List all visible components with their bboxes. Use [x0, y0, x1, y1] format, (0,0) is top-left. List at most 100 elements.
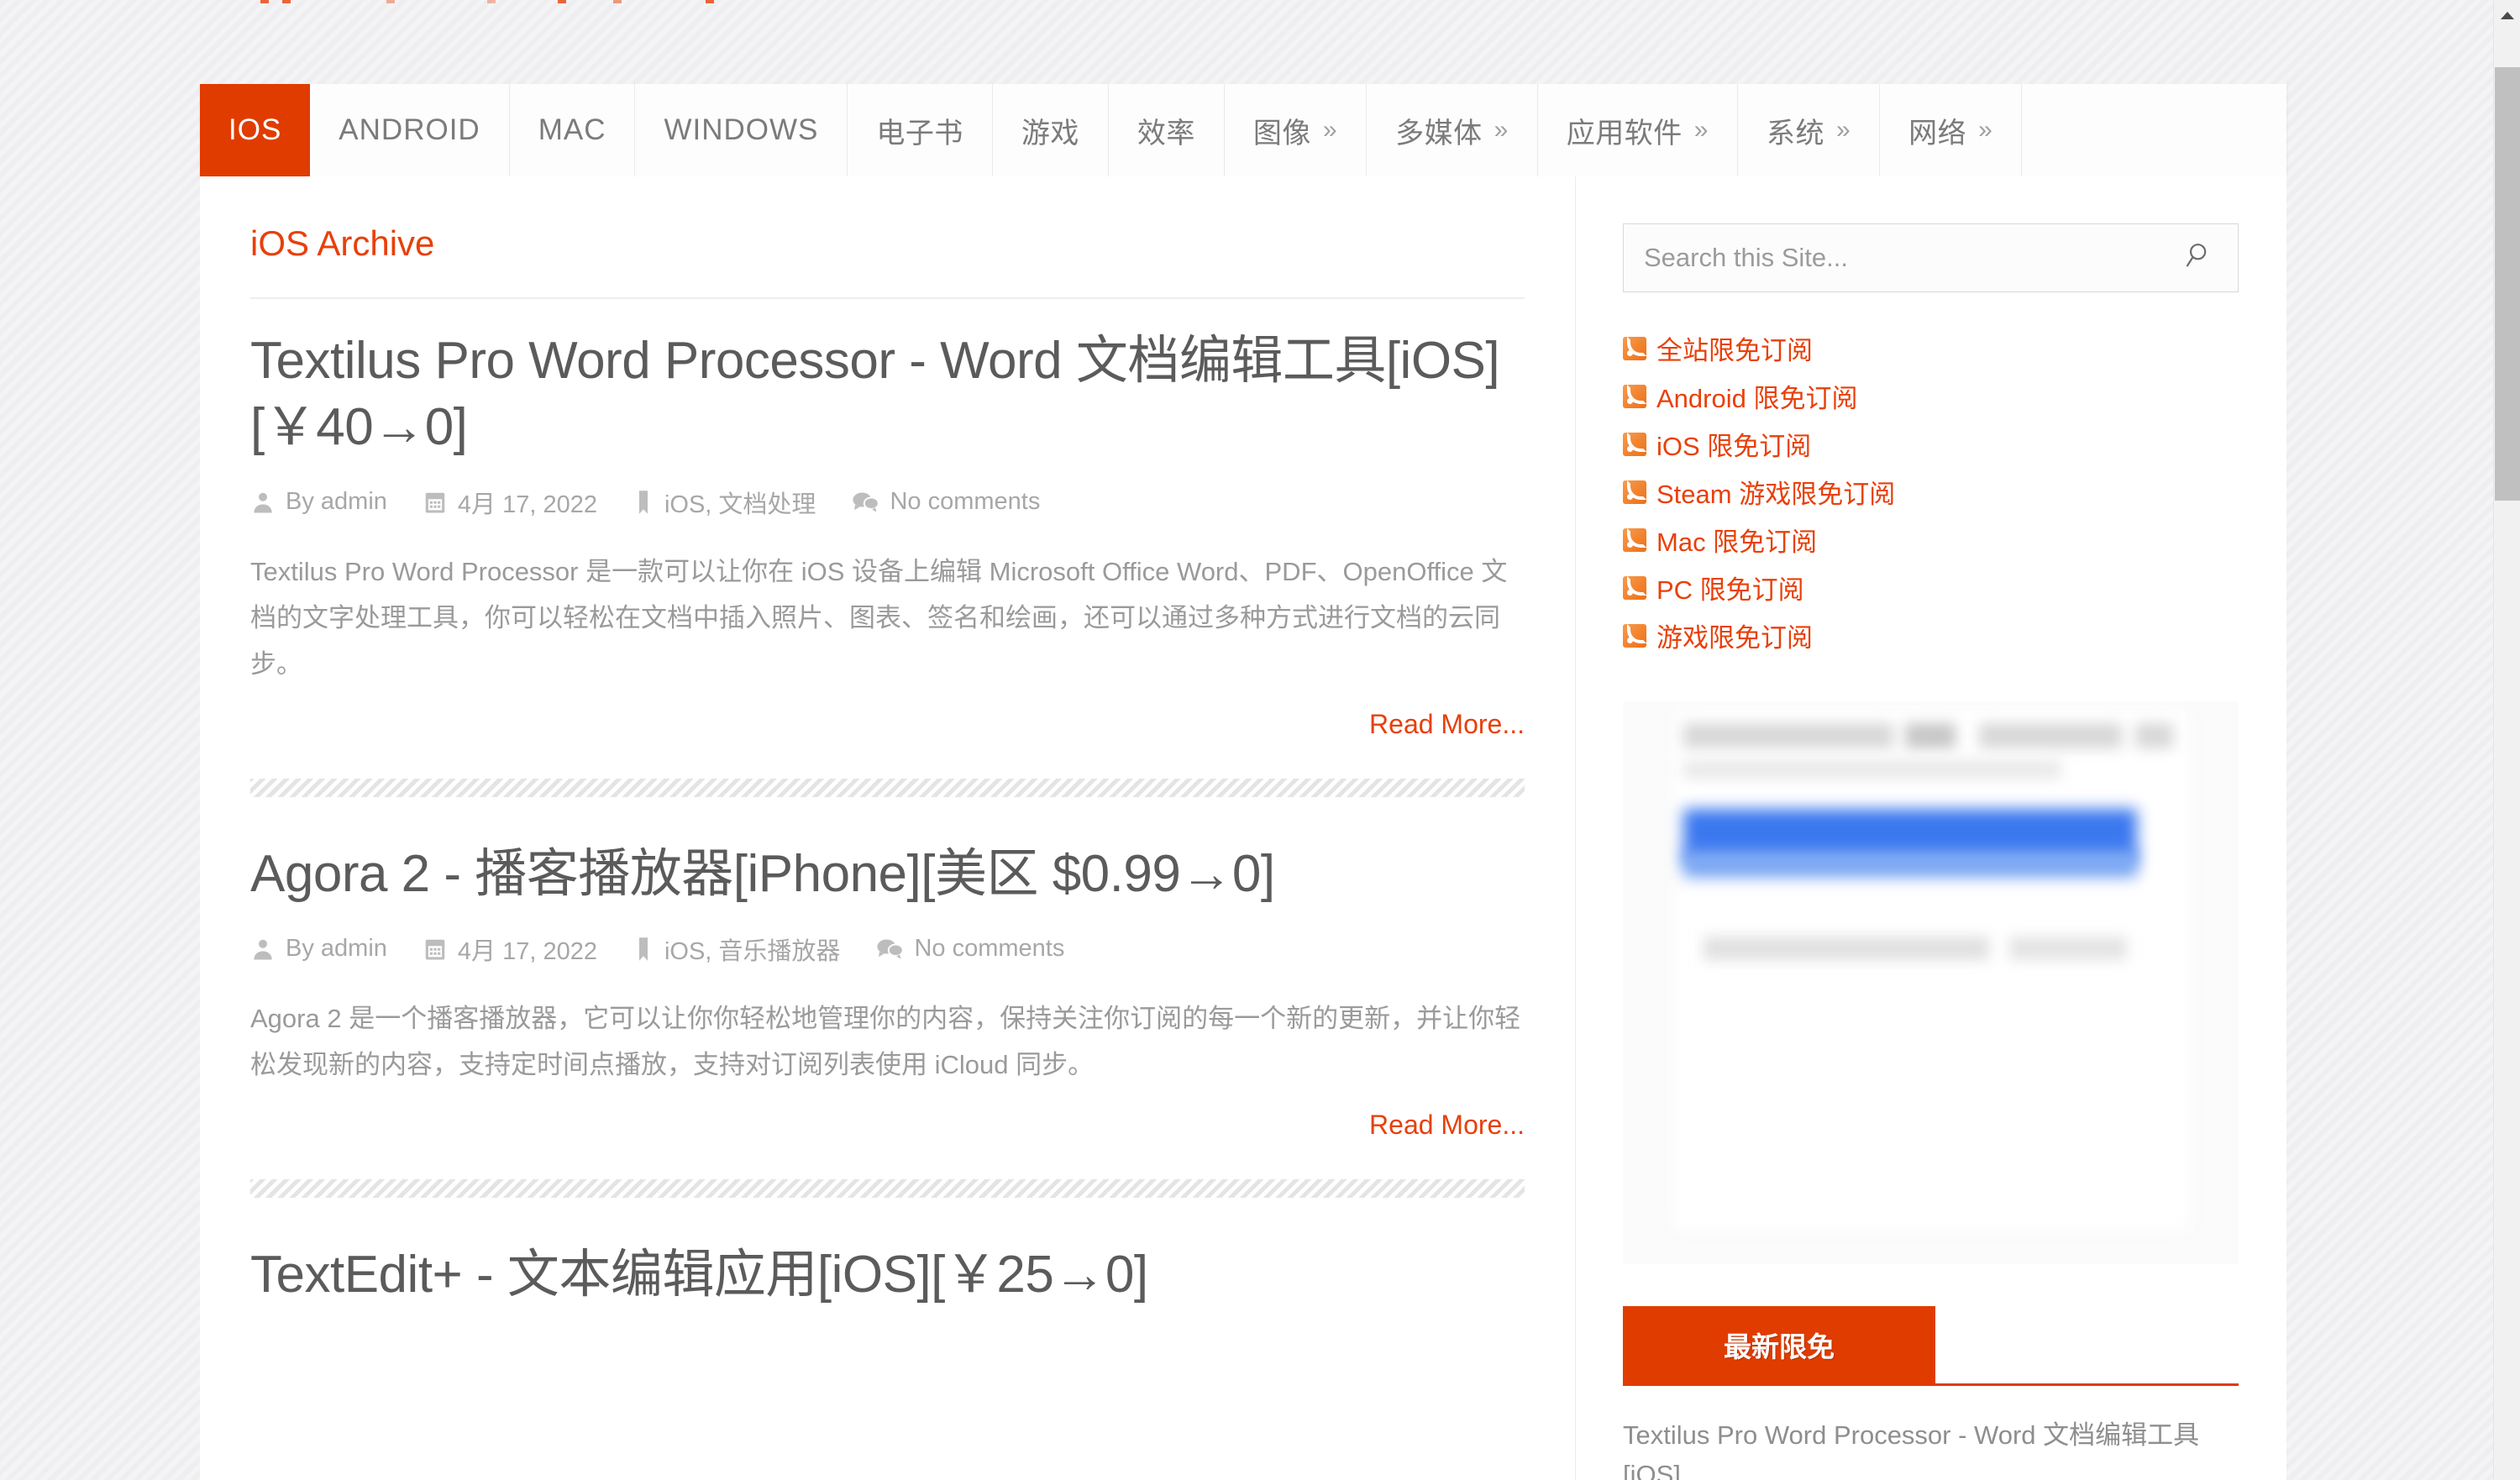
- scrollbar-thumb[interactable]: [2495, 67, 2520, 501]
- browser-scrollbar[interactable]: [2493, 0, 2520, 1480]
- nav-item-mac[interactable]: MAC: [510, 84, 636, 176]
- chevron-right-icon: »: [1978, 118, 1992, 143]
- rss-icon: [1623, 576, 1646, 600]
- latest-post-link[interactable]: Textilus Pro Word Processor - Word 文档编辑工…: [1623, 1416, 2239, 1480]
- rss-link-item[interactable]: Android 限免订阅: [1623, 377, 2239, 415]
- user-icon: [250, 937, 276, 962]
- main-content-column: iOS Archive Textilus Pro Word Processor …: [200, 176, 1576, 1480]
- rss-link-item[interactable]: iOS 限免订阅: [1623, 425, 2239, 463]
- nav-item-图像[interactable]: 图像»: [1225, 84, 1367, 176]
- tab-latest-free[interactable]: 最新限免: [1623, 1306, 1935, 1383]
- rss-link-item[interactable]: 游戏限免订阅: [1623, 617, 2239, 654]
- comment-icon: [875, 937, 904, 962]
- title-divider: [250, 297, 1525, 299]
- rss-link-item[interactable]: 全站限免订阅: [1623, 329, 2239, 367]
- post-comments-label: No comments: [890, 488, 1040, 516]
- nav-item-系统[interactable]: 系统»: [1738, 84, 1880, 176]
- post-author-label: By admin: [286, 935, 387, 963]
- nav-item-ios[interactable]: IOS: [200, 84, 310, 176]
- main-navigation: IOSANDROIDMACWINDOWS电子书游戏效率图像»多媒体»应用软件»系…: [200, 84, 2286, 176]
- read-more-link[interactable]: Read More...: [1369, 709, 1525, 739]
- post-excerpt: Textilus Pro Word Processor 是一款可以让你在 iOS…: [250, 548, 1525, 688]
- nav-item-label: 网络: [1908, 110, 1966, 151]
- page-shell: IOSANDROIDMACWINDOWS电子书游戏效率图像»多媒体»应用软件»系…: [0, 0, 2485, 1480]
- ad-blurred-text: [2135, 723, 2173, 748]
- post-categories-label: iOS, 音乐播放器: [664, 932, 840, 967]
- nav-item-label: 应用软件: [1567, 110, 1683, 151]
- advertisement-widget[interactable]: [1623, 701, 2239, 1264]
- nav-item-网络[interactable]: 网络 »: [1880, 84, 2022, 176]
- post-author-label: By admin: [286, 488, 387, 516]
- ad-blurred-text: [1683, 760, 2061, 779]
- nav-item-android[interactable]: ANDROID: [310, 84, 509, 176]
- search-widget[interactable]: [1623, 223, 2239, 292]
- nav-item-label: IOS: [228, 113, 281, 147]
- post-author[interactable]: By admin: [250, 488, 387, 516]
- post-item: TextEdit+ - 文本编辑应用[iOS][￥25→0]: [250, 1241, 1525, 1308]
- nav-item-windows[interactable]: WINDOWS: [635, 84, 848, 176]
- rss-icon: [1623, 385, 1646, 408]
- user-icon: [250, 490, 276, 515]
- nav-item-label: ANDROID: [339, 113, 480, 147]
- clipped-top-text: [252, 0, 840, 5]
- ad-blurred-text: [1704, 937, 1989, 960]
- page-title: iOS Archive: [250, 223, 1525, 264]
- post-divider: [250, 779, 1525, 797]
- rss-icon: [1623, 480, 1646, 504]
- rss-icon: [1623, 624, 1646, 648]
- post-date-label: 4月 17, 2022: [458, 932, 597, 967]
- post-categories[interactable]: iOS, 音乐播放器: [633, 932, 840, 967]
- calendar-icon: [423, 490, 448, 515]
- post-title-link[interactable]: Agora 2 - 播客播放器[iPhone][美区 $0.99→0]: [250, 841, 1525, 907]
- nav-item-label: MAC: [538, 113, 606, 147]
- content-wrapper: iOS Archive Textilus Pro Word Processor …: [200, 176, 2286, 1480]
- rss-icon: [1623, 433, 1646, 456]
- calendar-icon: [423, 937, 448, 962]
- chevron-right-icon: »: [1836, 118, 1851, 143]
- post-author[interactable]: By admin: [250, 935, 387, 963]
- post-list: Textilus Pro Word Processor - Word 文档编辑工…: [250, 328, 1525, 1308]
- nav-item-label: WINDOWS: [664, 113, 818, 147]
- rss-link-label: iOS 限免订阅: [1656, 425, 1811, 463]
- sidebar: 全站限免订阅 Android 限免订阅 iOS 限免订阅 Steam 游戏限免订阅 Ma…: [1576, 176, 2286, 1480]
- rss-subscription-list: 全站限免订阅 Android 限免订阅 iOS 限免订阅 Steam 游戏限免订阅 Ma…: [1623, 329, 2239, 654]
- rss-link-label: Android 限免订阅: [1656, 377, 1857, 415]
- chevron-right-icon: »: [1694, 118, 1709, 143]
- ad-blue-button-shadow: [1683, 851, 2137, 878]
- bookmark-icon: [633, 937, 654, 962]
- post-title-link[interactable]: Textilus Pro Word Processor - Word 文档编辑工…: [250, 328, 1525, 461]
- ad-blurred-text: [2009, 937, 2127, 960]
- nav-item-电子书[interactable]: 电子书: [848, 84, 993, 176]
- nav-item-label: 多媒体: [1395, 110, 1483, 151]
- rss-icon: [1623, 528, 1646, 552]
- search-input[interactable]: [1624, 224, 2238, 291]
- nav-item-多媒体[interactable]: 多媒体»: [1367, 84, 1538, 176]
- nav-item-label: 效率: [1137, 110, 1195, 151]
- post-excerpt: Agora 2 是一个播客播放器，它可以让你你轻松地管理你的内容，保持关注你订阅…: [250, 995, 1525, 1088]
- post-title-link[interactable]: TextEdit+ - 文本编辑应用[iOS][￥25→0]: [250, 1241, 1525, 1308]
- nav-item-label: 电子书: [876, 110, 963, 151]
- ad-blurred-text: [1683, 723, 1893, 748]
- rss-link-item[interactable]: PC 限免订阅: [1623, 569, 2239, 606]
- post-categories[interactable]: iOS, 文档处理: [633, 485, 816, 520]
- rss-link-item[interactable]: Steam 游戏限免订阅: [1623, 473, 2239, 511]
- ad-blurred-text: [1979, 723, 2122, 748]
- post-date[interactable]: 4月 17, 2022: [423, 932, 597, 967]
- post-comments[interactable]: No comments: [851, 488, 1040, 516]
- nav-item-效率[interactable]: 效率: [1109, 84, 1225, 176]
- rss-link-item[interactable]: Mac 限免订阅: [1623, 521, 2239, 559]
- scroll-up-arrow-icon[interactable]: [2494, 7, 2520, 25]
- nav-item-应用软件[interactable]: 应用软件 »: [1538, 84, 1738, 176]
- comment-icon: [851, 490, 879, 515]
- nav-item-游戏[interactable]: 游戏: [993, 84, 1109, 176]
- rss-link-label: 游戏限免订阅: [1656, 617, 1813, 654]
- read-more-link[interactable]: Read More...: [1369, 1110, 1525, 1140]
- read-more-row: Read More...: [250, 1110, 1525, 1141]
- post-comments[interactable]: No comments: [875, 935, 1064, 963]
- post-categories-label: iOS, 文档处理: [664, 485, 816, 520]
- rss-link-label: PC 限免订阅: [1656, 569, 1804, 606]
- post-date[interactable]: 4月 17, 2022: [423, 485, 597, 520]
- bookmark-icon: [633, 490, 654, 515]
- rss-link-label: Steam 游戏限免订阅: [1656, 473, 1895, 511]
- nav-item-label: 游戏: [1021, 110, 1079, 151]
